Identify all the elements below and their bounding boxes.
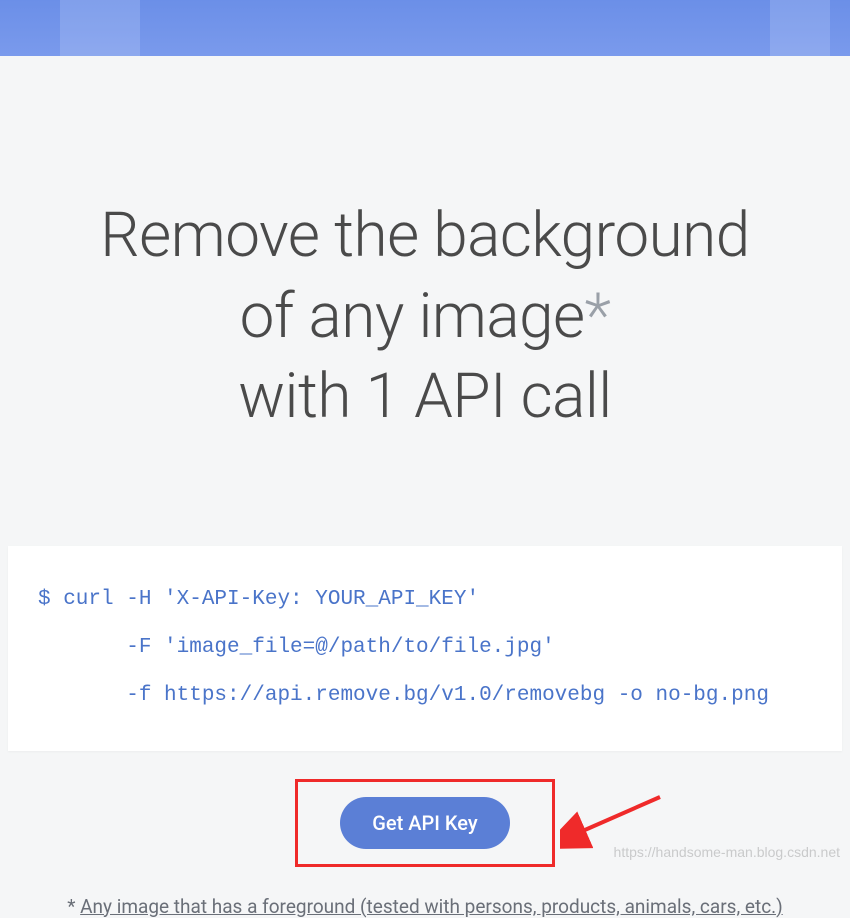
headline-asterisk: *	[585, 280, 611, 353]
annotation-arrow-icon	[560, 789, 670, 849]
annotation-highlight-box: Get API Key	[295, 779, 554, 867]
code-line-3: -f https://api.remove.bg/v1.0/removebg -…	[38, 684, 769, 707]
headline-line-2: of any image	[240, 280, 585, 353]
footnote: * Any image that has a foreground (teste…	[0, 895, 850, 918]
footnote-asterisk: *	[67, 895, 80, 918]
main-content: Remove the background of any image* with…	[0, 56, 850, 918]
page-headline: Remove the background of any image* with…	[0, 196, 850, 438]
code-line-2: -F 'image_file=@/path/to/file.jpg'	[38, 636, 555, 659]
hero-banner	[0, 0, 850, 56]
code-line-1: $ curl -H 'X-API-Key: YOUR_API_KEY'	[38, 588, 479, 611]
get-api-key-button[interactable]: Get API Key	[340, 797, 509, 849]
headline-line-3: with 1 API call	[238, 360, 611, 433]
footnote-text[interactable]: Any image that has a foreground (tested …	[80, 895, 783, 918]
headline-line-1: Remove the background	[100, 199, 749, 272]
code-example: $ curl -H 'X-API-Key: YOUR_API_KEY' -F '…	[8, 546, 842, 751]
watermark: https://handsome-man.blog.csdn.net	[614, 844, 840, 860]
